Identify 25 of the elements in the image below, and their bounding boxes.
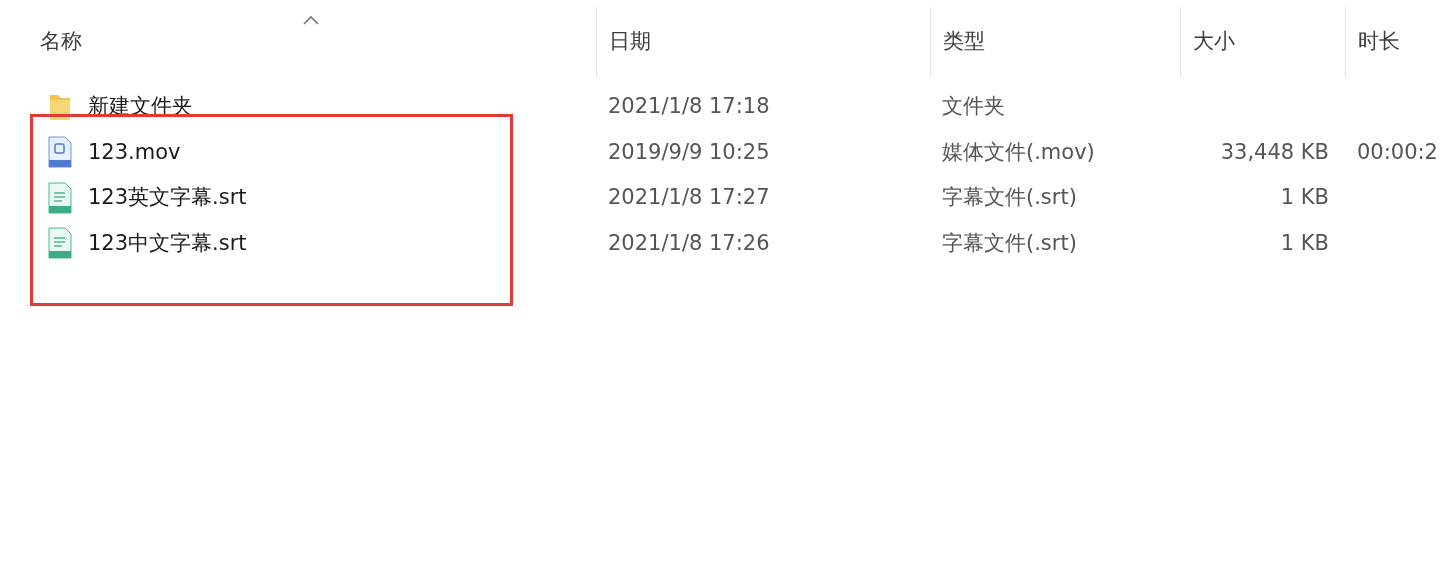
file-type: 字幕文件(.srt) xyxy=(941,184,1078,211)
column-header[interactable]: 大小 xyxy=(1180,7,1345,77)
video-file-icon xyxy=(46,136,74,169)
column-header[interactable]: 名称 xyxy=(0,7,596,77)
column-header[interactable]: 时长 xyxy=(1345,7,1440,77)
file-size: 33,448 KB xyxy=(1219,138,1330,166)
file-date: 2021/1/8 17:26 xyxy=(607,229,771,257)
file-type: 媒体文件(.mov) xyxy=(941,138,1096,166)
sort-ascending-icon xyxy=(303,15,319,25)
subtitle-file-icon xyxy=(46,227,74,260)
file-name[interactable]: 123.mov xyxy=(88,136,181,168)
column-header[interactable]: 日期 xyxy=(596,7,930,77)
file-name[interactable]: 123英文字幕.srt xyxy=(88,182,247,214)
subtitle-file-icon xyxy=(46,181,74,214)
file-type: 文件夹 xyxy=(941,93,1006,120)
file-duration: 00:00:2 xyxy=(1356,138,1439,166)
file-date: 2019/9/9 10:25 xyxy=(607,138,771,166)
column-header[interactable]: 类型 xyxy=(930,7,1180,77)
column-label: 名称 xyxy=(40,28,82,56)
file-size: 1 KB xyxy=(1279,184,1330,211)
file-date: 2021/1/8 17:27 xyxy=(607,184,771,211)
file-name[interactable]: 123中文字幕.srt xyxy=(88,227,247,259)
file-type: 字幕文件(.srt) xyxy=(941,229,1078,257)
file-size: 1 KB xyxy=(1279,229,1330,257)
file-date: 2021/1/8 17:18 xyxy=(607,93,771,120)
